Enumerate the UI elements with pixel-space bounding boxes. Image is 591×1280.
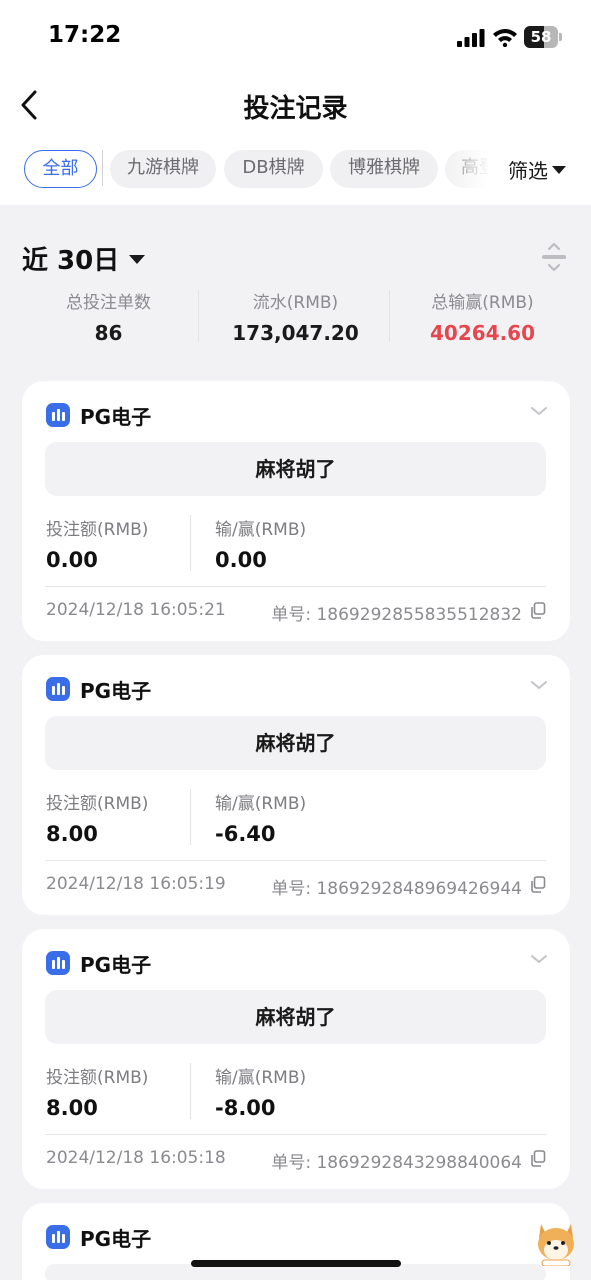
bet-amount: 8.00 xyxy=(46,822,98,846)
win-loss-label: 输/赢(RMB) xyxy=(215,520,307,540)
game-name: 麻将胡了 xyxy=(45,990,546,1044)
chevron-down-icon[interactable] xyxy=(530,679,548,691)
home-indicator xyxy=(191,1260,401,1267)
order-label: 单号: xyxy=(271,879,312,899)
bet-amount-label: 投注额(RMB) xyxy=(46,1068,149,1088)
tab-all[interactable]: 全部 xyxy=(24,150,97,188)
stat-label: 总输赢(RMB) xyxy=(431,293,534,313)
game-provider-icon xyxy=(46,677,70,701)
tab-divider xyxy=(102,150,103,186)
win-loss-amount: -6.40 xyxy=(215,822,276,846)
game-provider-icon xyxy=(46,1225,70,1249)
provider-name: PG电子 xyxy=(80,404,152,429)
bet-amount-label: 投注额(RMB) xyxy=(46,520,149,540)
period-label: 近 30日 xyxy=(22,246,120,276)
status-bar: 17:22 58 xyxy=(0,0,591,76)
header-area: 17:22 58 投注记录 全部 九游棋牌 DB棋牌 博雅棋牌 高登 筛选 xyxy=(0,0,591,205)
bet-record-card[interactable]: PG电子 xyxy=(22,1203,570,1280)
game-name: 麻将胡了 xyxy=(45,716,546,770)
order-number: 1869292855835512832 xyxy=(316,605,522,625)
win-loss-label: 输/赢(RMB) xyxy=(215,794,307,814)
stat-label: 流水(RMB) xyxy=(252,293,339,313)
bet-record-card[interactable]: PG电子 麻将胡了 投注额(RMB) 8.00 输/赢(RMB) -8.00 2… xyxy=(22,929,570,1189)
chevron-down-icon[interactable] xyxy=(530,953,548,965)
copy-icon[interactable] xyxy=(530,602,546,619)
bet-timestamp: 2024/12/18 16:05:21 xyxy=(46,600,226,620)
game-name: 麻将胡了 xyxy=(45,442,546,496)
period-selector[interactable]: 近 30日 xyxy=(22,240,146,277)
summary-stats: 总投注单数 86 流水(RMB) 173,047.20 总输赢(RMB) 402… xyxy=(15,288,576,348)
stat-total-winloss: 总输赢(RMB) 40264.60 xyxy=(389,288,576,345)
filter-button[interactable]: 筛选 xyxy=(508,153,566,185)
stat-value: 86 xyxy=(94,321,123,345)
page-title: 投注记录 xyxy=(243,94,348,124)
bet-record-card[interactable]: PG电子 麻将胡了 投注额(RMB) 8.00 输/赢(RMB) -6.40 2… xyxy=(22,655,570,915)
order-label: 单号: xyxy=(271,605,312,625)
stat-turnover: 流水(RMB) 173,047.20 xyxy=(202,288,389,345)
order-label: 单号: xyxy=(271,1153,312,1173)
bet-timestamp: 2024/12/18 16:05:19 xyxy=(46,874,226,894)
win-loss-amount: 0.00 xyxy=(215,548,267,572)
caret-down-icon xyxy=(552,166,566,174)
battery-indicator: 58 xyxy=(524,26,564,48)
battery-level: 58 xyxy=(530,28,552,46)
wifi-icon xyxy=(493,29,517,47)
win-loss-label: 输/赢(RMB) xyxy=(215,1068,307,1088)
tab-db[interactable]: DB棋牌 xyxy=(224,150,323,188)
nav-bar: 投注记录 xyxy=(0,76,591,134)
filter-label: 筛选 xyxy=(508,158,548,183)
game-provider-icon xyxy=(46,403,70,427)
bet-amount-label: 投注额(RMB) xyxy=(46,794,149,814)
tab-jiuyou[interactable]: 九游棋牌 xyxy=(110,150,216,188)
win-loss-amount: -8.00 xyxy=(215,1096,276,1120)
game-provider-icon xyxy=(46,951,70,975)
collapse-icon[interactable] xyxy=(540,242,568,272)
provider-name: PG电子 xyxy=(80,678,152,703)
caret-down-icon xyxy=(129,255,146,264)
bet-record-card[interactable]: PG电子 麻将胡了 投注额(RMB) 0.00 输/赢(RMB) 0.00 20… xyxy=(22,381,570,641)
bet-amount: 8.00 xyxy=(46,1096,98,1120)
copy-icon[interactable] xyxy=(530,1150,546,1167)
order-number: 1869292848969426944 xyxy=(316,879,522,899)
tab-boya[interactable]: 博雅棋牌 xyxy=(330,150,438,188)
stat-label: 总投注单数 xyxy=(66,293,151,313)
provider-name: PG电子 xyxy=(80,1226,152,1251)
cellular-signal-icon xyxy=(457,29,485,47)
bet-amount: 0.00 xyxy=(46,548,98,572)
bet-timestamp: 2024/12/18 16:05:18 xyxy=(46,1148,226,1168)
order-number: 1869292843298840064 xyxy=(316,1153,522,1173)
mascot-icon[interactable] xyxy=(533,1218,579,1266)
provider-name: PG电子 xyxy=(80,952,152,977)
status-time: 17:22 xyxy=(48,22,122,48)
stat-total-bets: 总投注单数 86 xyxy=(15,288,202,345)
stat-value: 40264.60 xyxy=(429,321,535,345)
stat-value: 173,047.20 xyxy=(232,321,359,345)
copy-icon[interactable] xyxy=(530,876,546,893)
provider-tabs: 全部 九游棋牌 DB棋牌 博雅棋牌 高登 xyxy=(0,150,500,188)
chevron-down-icon[interactable] xyxy=(530,405,548,417)
